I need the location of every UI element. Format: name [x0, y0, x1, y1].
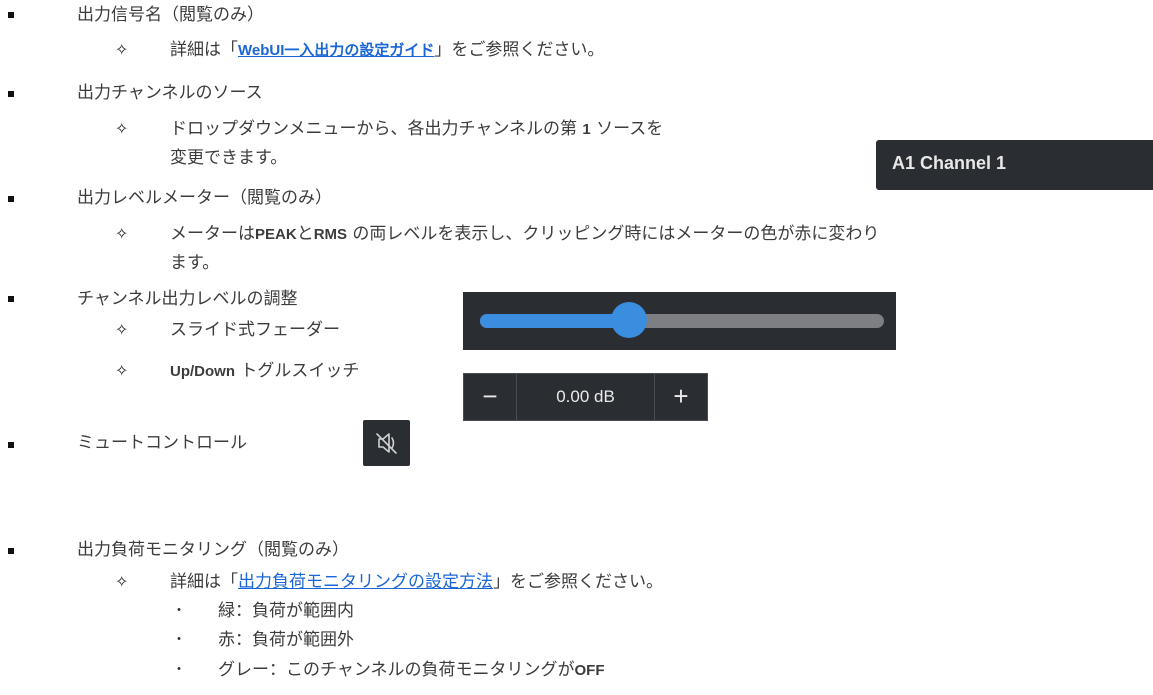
webui-io-guide-link[interactable]: WebUI一入出力の設定ガイド [238, 40, 434, 60]
sub-meter-desc-cont: ます。 [170, 253, 220, 273]
diamond-bullet-icon: ✧ [115, 572, 129, 591]
level-stepper[interactable]: − 0.00 dB + [463, 373, 708, 421]
bullet [8, 196, 14, 202]
muted-speaker-icon [376, 433, 397, 454]
load-status-red: 赤：負荷が範囲外 [218, 630, 354, 650]
increase-button[interactable]: + [654, 374, 707, 420]
item-output-signal-name: 出力信号名（閲覧のみ） [77, 5, 264, 25]
fader-thumb[interactable] [611, 302, 648, 338]
dot-bullet: ・ [172, 662, 186, 678]
item-channel-level-adjust: チャンネル出力レベルの調整 [77, 289, 298, 309]
mute-button[interactable] [363, 420, 410, 466]
diamond-bullet-icon: ✧ [115, 361, 129, 380]
source-dropdown[interactable]: A1 Channel 1 [876, 140, 1153, 190]
sub-meter-desc: メーターはPEAKとRMS の両レベルを表示し、クリッピング時にはメーターの色が… [170, 224, 880, 244]
diamond-bullet-icon: ✧ [115, 224, 129, 243]
load-monitoring-setup-link[interactable]: 出力負荷モニタリングの設定方法 [238, 572, 493, 592]
diamond-bullet-icon: ✧ [115, 320, 129, 339]
level-fader[interactable] [463, 292, 896, 350]
sub-dropdown-desc-cont: 変更できます。 [170, 148, 288, 168]
decrease-button[interactable]: − [464, 374, 517, 420]
sub-slide-fader: スライド式フェーダー [170, 320, 340, 340]
bullet [8, 12, 14, 18]
sub-detail-link-line: 詳細は「WebUI一入出力の設定ガイド」をご参照ください。 [170, 40, 605, 60]
diamond-bullet-icon: ✧ [115, 40, 129, 59]
dot-bullet: ・ [172, 603, 186, 619]
level-value: 0.00 dB [556, 387, 615, 406]
load-status-green: 緑：負荷が範囲内 [218, 601, 354, 621]
item-output-channel-source: 出力チャンネルのソース [77, 83, 263, 103]
diamond-bullet-icon: ✧ [115, 119, 129, 138]
sub-load-link-line: 詳細は「出力負荷モニタリングの設定方法」をご参照ください。 [170, 572, 663, 592]
item-mute-control: ミュートコントロール [77, 433, 247, 453]
source-dropdown-value: A1 Channel 1 [892, 153, 1007, 173]
fader-track[interactable] [480, 314, 884, 328]
dot-bullet: ・ [172, 632, 186, 648]
item-output-load-monitoring: 出力負荷モニタリング（閲覧のみ） [77, 540, 349, 560]
bullet [8, 442, 14, 448]
fader-fill [480, 314, 630, 328]
sub-dropdown-desc: ドロップダウンメニューから、各出力チャンネルの第 1 ソースを [170, 119, 664, 139]
bullet [8, 91, 14, 97]
bullet [8, 548, 14, 554]
bullet [8, 296, 14, 302]
item-output-level-meter: 出力レベルメーター（閲覧のみ） [77, 188, 332, 208]
load-status-grey: グレー：このチャンネルの負荷モニタリングがOFF [218, 660, 605, 680]
sub-toggle-switch: Up/Down トグルスイッチ [170, 361, 360, 381]
